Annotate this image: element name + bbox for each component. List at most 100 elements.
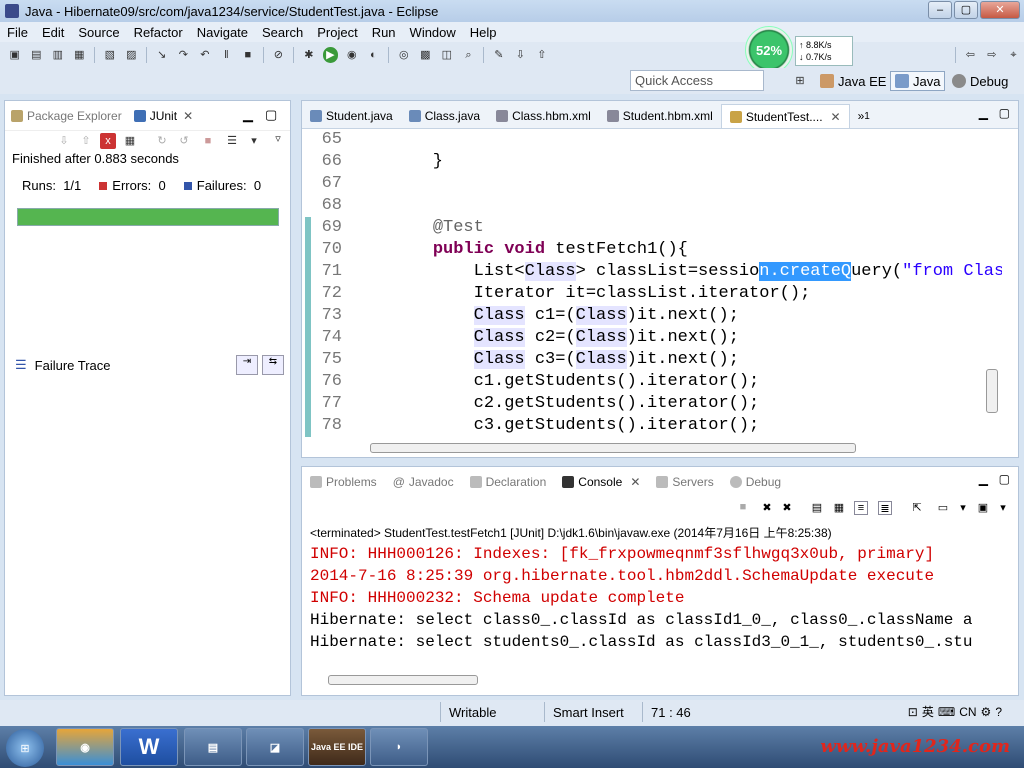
console-output[interactable]: INFO: HHH000126: Indexes: [fk_frxpowmeqn…: [302, 543, 992, 653]
tab-student-java[interactable]: Student.java: [302, 104, 401, 128]
ime-region[interactable]: CN: [959, 705, 976, 719]
properties-icon[interactable]: ▧: [102, 47, 118, 63]
filter-stack-icon[interactable]: ⇥: [236, 355, 258, 375]
open-type-icon[interactable]: ◫: [439, 47, 455, 63]
menu-source[interactable]: Source: [71, 25, 126, 40]
print-icon[interactable]: ▦: [72, 47, 88, 63]
ime-help-icon[interactable]: ?: [995, 705, 1002, 719]
scrollbar-thumb[interactable]: [986, 369, 998, 413]
save-icon[interactable]: ▤: [29, 47, 45, 63]
code-line[interactable]: 76 c1.getStudents().iterator();: [302, 371, 1002, 393]
menu-run[interactable]: Run: [365, 25, 403, 40]
view-menu-icon[interactable]: ▿: [270, 131, 286, 147]
show-failures-only-icon[interactable]: x: [100, 133, 116, 149]
debug-icon[interactable]: ✱: [301, 47, 317, 63]
suspend-icon[interactable]: ‖: [219, 47, 235, 63]
search-icon[interactable]: ⌕: [461, 47, 477, 63]
quick-access-input[interactable]: Quick Access: [630, 70, 764, 91]
rerun-failed-icon[interactable]: ↺: [176, 133, 192, 149]
history-icon[interactable]: ☰: [224, 133, 240, 149]
annotation-icon[interactable]: ✎: [491, 47, 507, 63]
perspective-java-ee[interactable]: Java EE: [816, 71, 890, 91]
run-icon[interactable]: ▶: [322, 47, 339, 63]
open-console-icon[interactable]: ▣: [976, 501, 990, 515]
scrollbar-thumb[interactable]: [370, 443, 856, 453]
compare-result-icon[interactable]: ⇆: [262, 355, 284, 375]
remove-launch-icon[interactable]: ✖: [760, 501, 774, 515]
code-text[interactable]: List<Class> classList=session.createQuer…: [392, 261, 1002, 283]
prev-annotation-icon[interactable]: ⇧: [534, 47, 550, 63]
menu-file[interactable]: File: [0, 25, 35, 40]
code-line[interactable]: 75 Class c3=(Class)it.next();: [302, 349, 1002, 371]
external-tools-icon[interactable]: ◐: [366, 47, 382, 63]
ime-options-icon[interactable]: ⚙: [981, 705, 992, 719]
scroll-lock-icon[interactable]: ▦: [122, 133, 138, 149]
code-text[interactable]: c3.getStudents().iterator();: [392, 415, 760, 437]
stop-test-icon[interactable]: ■: [200, 133, 216, 149]
editor-horizontal-scrollbar[interactable]: [358, 441, 978, 453]
code-line[interactable]: 72 Iterator it=classList.iterator();: [302, 283, 1002, 305]
tab-class-java[interactable]: Class.java: [401, 104, 488, 128]
remove-all-icon[interactable]: ✖: [780, 501, 794, 515]
code-line[interactable]: 66 }: [302, 151, 1002, 173]
terminal-icon[interactable]: ▨: [124, 47, 140, 63]
forward-icon[interactable]: ⇨: [984, 47, 1000, 63]
maximize-view-icon[interactable]: ▢: [265, 107, 277, 123]
menu-search[interactable]: Search: [255, 25, 310, 40]
next-annotation-icon[interactable]: ⇩: [513, 47, 529, 63]
code-text[interactable]: Class c2=(Class)it.next();: [392, 327, 739, 349]
tab-class-hbm-xml[interactable]: Class.hbm.xml: [488, 104, 599, 128]
task-dolphin-icon[interactable]: ◗: [370, 728, 428, 766]
pin-editor-icon[interactable]: ⌖: [1006, 47, 1022, 63]
ime-settings-icon[interactable]: ⌨: [938, 705, 955, 719]
back-icon[interactable]: ⇦: [963, 47, 979, 63]
task-console-icon[interactable]: ▤: [184, 728, 242, 766]
scroll-lock-icon[interactable]: ▦: [832, 501, 846, 515]
code-line[interactable]: 65: [302, 129, 1002, 151]
menu-help[interactable]: Help: [463, 25, 504, 40]
code-line[interactable]: 78 c3.getStudents().iterator();: [302, 415, 1002, 437]
tab-debug[interactable]: Debug: [722, 475, 789, 489]
task-java-ee-ide[interactable]: Java EE IDE: [308, 728, 366, 766]
menu-navigate[interactable]: Navigate: [190, 25, 255, 40]
ime-language[interactable]: 英: [922, 703, 934, 720]
dropdown-icon[interactable]: ▾: [246, 133, 262, 149]
save-all-icon[interactable]: ▥: [50, 47, 66, 63]
menu-window[interactable]: Window: [403, 25, 463, 40]
code-line[interactable]: 71 List<Class> classList=session.createQ…: [302, 261, 1002, 283]
coverage-icon[interactable]: ◉: [344, 47, 360, 63]
code-line[interactable]: 70 public void testFetch1(){: [302, 239, 1002, 261]
code-text[interactable]: public void testFetch1(){: [392, 239, 688, 261]
open-perspective-icon[interactable]: ⊞: [792, 73, 808, 89]
terminate-icon[interactable]: ■: [736, 501, 750, 515]
rerun-test-icon[interactable]: ↻: [154, 133, 170, 149]
close-button[interactable]: ✕: [980, 1, 1020, 19]
console-horizontal-scrollbar[interactable]: [312, 675, 992, 687]
editor-vertical-scrollbar[interactable]: [986, 141, 998, 441]
task-word[interactable]: W: [120, 728, 178, 766]
tab-declaration[interactable]: Declaration: [462, 475, 555, 489]
perspective-java[interactable]: Java: [890, 71, 946, 91]
new-icon[interactable]: ▣: [7, 47, 23, 63]
minimize-console-icon[interactable]: ▁: [979, 472, 988, 486]
code-text[interactable]: Iterator it=classList.iterator();: [392, 283, 811, 305]
tab-console[interactable]: Console ✕: [554, 475, 648, 489]
ime-icon[interactable]: ⊡: [908, 705, 918, 719]
menu-refactor[interactable]: Refactor: [127, 25, 190, 40]
code-line[interactable]: 68: [302, 195, 1002, 217]
code-text[interactable]: c1.getStudents().iterator();: [392, 371, 760, 393]
display-console-icon[interactable]: ▭: [936, 501, 950, 515]
new-java-project-icon[interactable]: ◎: [396, 47, 412, 63]
close-tab-icon[interactable]: ✕: [831, 110, 841, 124]
new-package-icon[interactable]: ▩: [418, 47, 434, 63]
terminate-icon[interactable]: ■: [240, 47, 256, 63]
task-eclipse-icon[interactable]: ◪: [246, 728, 304, 766]
start-button[interactable]: ⊞: [6, 729, 44, 767]
step-over-icon[interactable]: ↷: [176, 47, 192, 63]
task-browser-icon[interactable]: ◉: [56, 728, 114, 766]
perspective-debug[interactable]: Debug: [948, 71, 1012, 91]
code-text[interactable]: Class c3=(Class)it.next();: [392, 349, 739, 371]
dropdown-icon[interactable]: ▾: [996, 501, 1010, 515]
close-tab-icon[interactable]: ✕: [183, 109, 193, 123]
minimize-editor-icon[interactable]: ▁: [979, 106, 988, 120]
